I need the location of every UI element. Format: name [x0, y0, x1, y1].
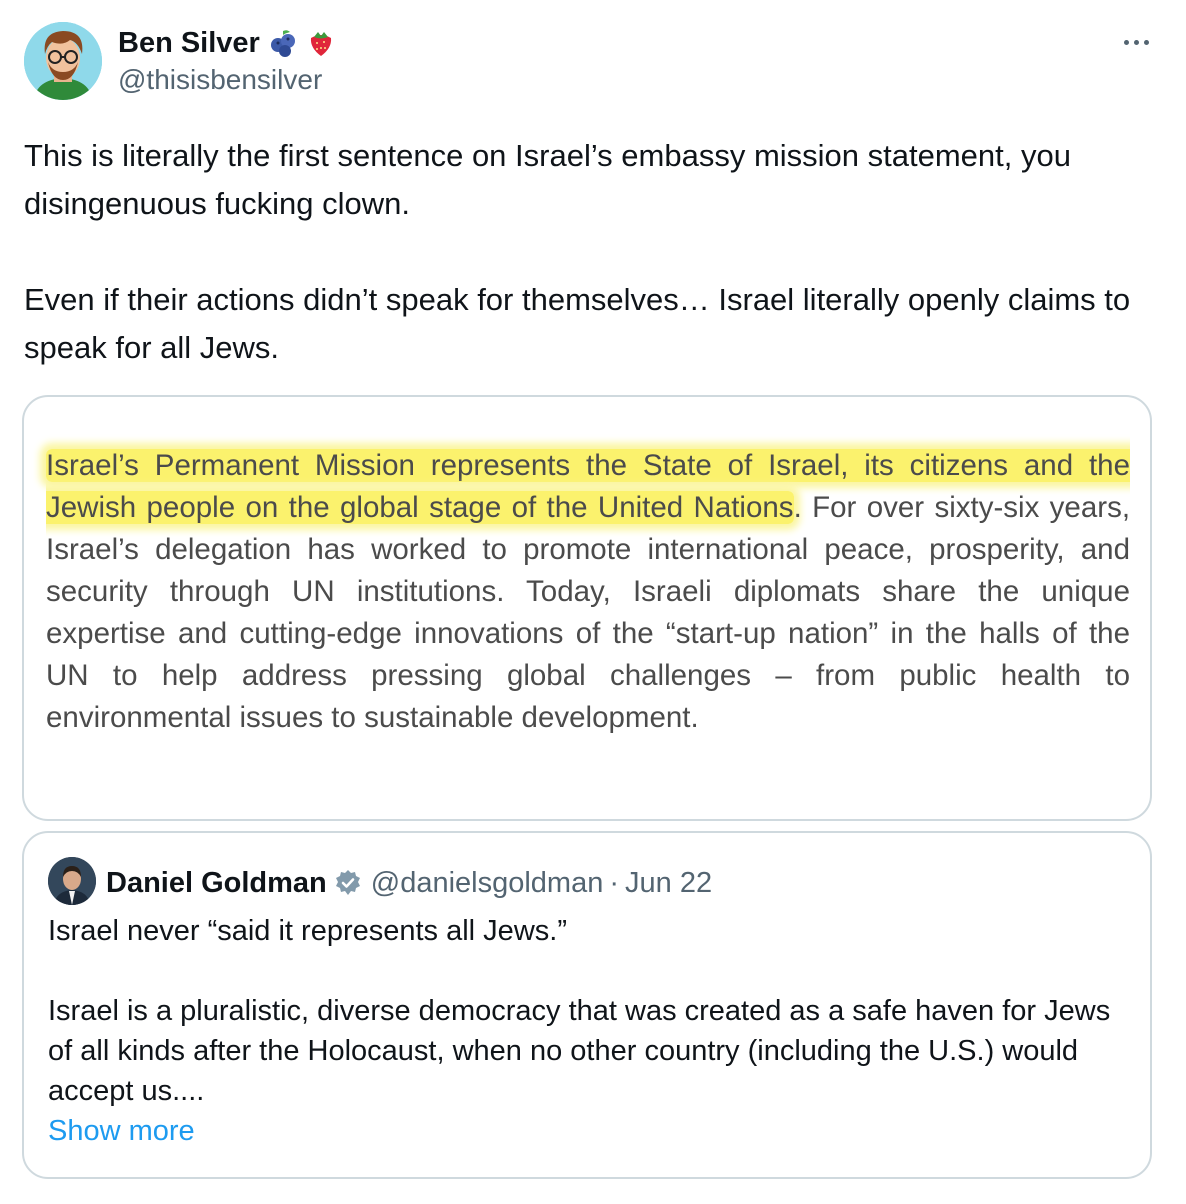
quoted-header: Daniel Goldman @danielsgoldman · Jun 22	[106, 863, 712, 903]
meta-separator: ·	[609, 866, 620, 899]
more-dot	[1143, 39, 1149, 45]
quoted-handle: @danielsgoldman	[370, 866, 604, 899]
quoted-text: Israel never “said it represents all Jew…	[48, 911, 1128, 1111]
quoted-paragraph: Israel is a pluralistic, diverse democra…	[48, 995, 1111, 1107]
attached-image[interactable]: Israel’s Permanent Mission represents th…	[22, 395, 1152, 821]
more-dot	[1123, 39, 1129, 45]
verified-badge-icon	[335, 870, 360, 895]
statement-remainder: . For over sixty-six years, Israel’s del…	[46, 491, 1131, 734]
tweet-paragraph: Even if their actions didn’t speak for t…	[24, 282, 1131, 365]
quoted-date: Jun 22	[625, 866, 713, 899]
quoted-paragraph: Israel never “said it represents all Jew…	[48, 915, 567, 947]
tweet-paragraph: This is literally the first sentence on …	[24, 138, 1071, 221]
quoted-author-avatar	[48, 857, 96, 905]
blueberries-emoji-icon	[270, 30, 295, 57]
show-more-link[interactable]: Show more	[48, 1115, 195, 1148]
quoted-tweet[interactable]: Daniel Goldman @danielsgoldman · Jun 22 …	[22, 831, 1152, 1179]
author-avatar[interactable]	[24, 22, 102, 100]
more-options-icon[interactable]	[1116, 30, 1156, 54]
tweet-text: This is literally the first sentence on …	[24, 132, 1154, 372]
author-name[interactable]: Ben Silver	[118, 27, 260, 60]
mission-statement-text: Israel’s Permanent Mission represents th…	[46, 445, 1130, 739]
strawberry-emoji-icon	[310, 32, 331, 56]
author-handle[interactable]: @thisisbensilver	[118, 64, 322, 96]
more-dot	[1133, 39, 1139, 45]
quoted-author-name: Daniel Goldman	[106, 866, 327, 899]
author-name-row: Ben Silver	[118, 24, 336, 62]
